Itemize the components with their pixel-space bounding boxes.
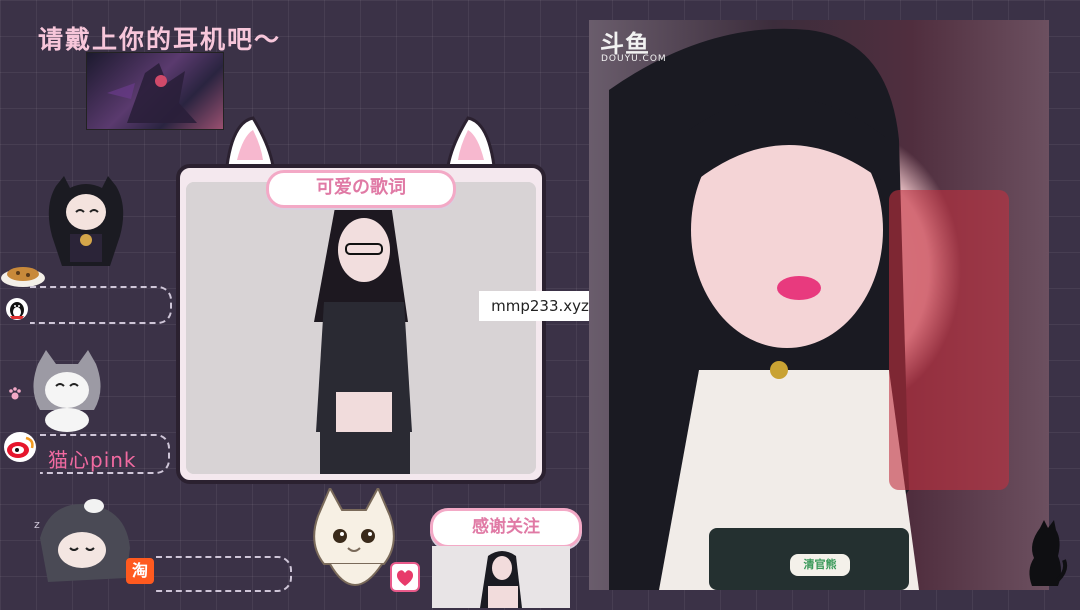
cream-cat-icon bbox=[308, 485, 400, 606]
nickname-text[interactable]: 猫心pink bbox=[48, 444, 137, 473]
weibo-icon[interactable] bbox=[4, 432, 36, 462]
qq-penguin-icon[interactable] bbox=[6, 298, 28, 320]
paw-icon bbox=[8, 386, 22, 400]
chibi-girl-icon bbox=[36, 176, 136, 272]
black-cat-icon bbox=[1018, 520, 1068, 590]
platform-domain: DOUYU.COM bbox=[601, 54, 667, 64]
stream-video[interactable] bbox=[589, 20, 1049, 590]
lyrics-photo bbox=[186, 182, 536, 474]
taobao-id-box bbox=[156, 556, 292, 592]
watermark-text: mmp233.xyz bbox=[479, 291, 601, 321]
svg-text:z: z bbox=[34, 518, 40, 531]
cat-ear-right-icon bbox=[446, 114, 498, 168]
lyrics-label: 可爱の歌词 bbox=[266, 170, 456, 208]
mic-label: 清官熊 bbox=[790, 554, 850, 576]
taobao-icon[interactable]: 淘 bbox=[126, 558, 154, 584]
sleeping-chibi-icon: z bbox=[30, 498, 140, 590]
lyrics-frame bbox=[176, 164, 546, 484]
qq-id-placeholder bbox=[30, 286, 172, 324]
cookie-plate-icon bbox=[0, 262, 46, 288]
game-art-thumbnail bbox=[86, 52, 224, 130]
thanks-label: 感谢关注 bbox=[430, 508, 582, 548]
grey-cat-icon bbox=[28, 350, 106, 434]
headline-text: 请戴上你的耳机吧～ bbox=[38, 25, 282, 54]
cat-ear-left-icon bbox=[223, 114, 275, 168]
thanks-photo bbox=[432, 546, 570, 608]
gift-icon[interactable] bbox=[390, 562, 420, 592]
